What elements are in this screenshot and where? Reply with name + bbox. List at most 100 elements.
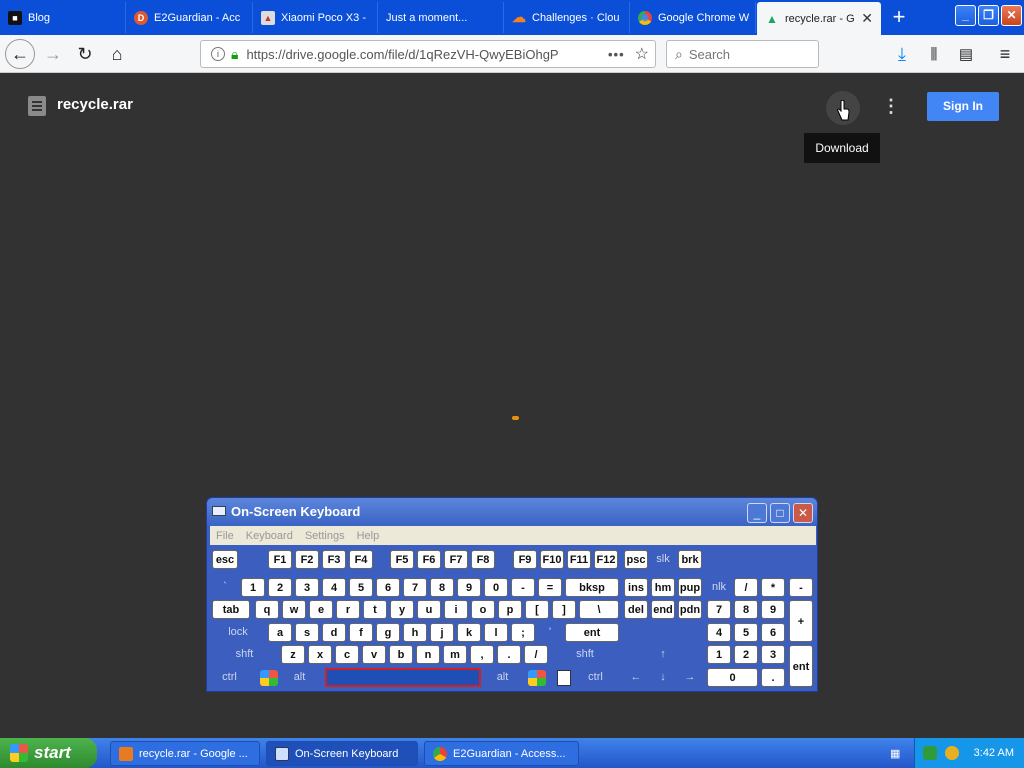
key-3[interactable]: 3 bbox=[761, 645, 785, 664]
keyboard-tray-icon[interactable]: ▦ bbox=[886, 741, 908, 766]
key-del[interactable]: del bbox=[624, 600, 648, 619]
osk-menu-file[interactable]: File bbox=[216, 530, 234, 542]
key-symbol[interactable]: \ bbox=[579, 600, 619, 619]
key-d[interactable]: d bbox=[322, 623, 346, 642]
key-z[interactable]: z bbox=[281, 645, 305, 664]
search-icon[interactable] bbox=[945, 746, 959, 760]
key-2[interactable]: 2 bbox=[734, 645, 758, 664]
library-icon[interactable]: ⫼ bbox=[919, 39, 949, 69]
key-4[interactable]: 4 bbox=[707, 623, 731, 642]
osk-menu-help[interactable]: Help bbox=[357, 530, 380, 542]
osk-maximize-button[interactable]: □ bbox=[770, 503, 790, 523]
key-esc[interactable]: esc bbox=[212, 550, 238, 569]
restore-button[interactable]: ❐ bbox=[978, 5, 999, 26]
key-b[interactable]: b bbox=[389, 645, 413, 664]
win-key-right[interactable] bbox=[528, 670, 546, 686]
key-alt[interactable]: alt bbox=[490, 668, 515, 687]
osk-menu-settings[interactable]: Settings bbox=[305, 530, 345, 542]
start-button[interactable]: start bbox=[0, 738, 97, 768]
key-bksp[interactable]: bksp bbox=[565, 578, 619, 597]
key-r[interactable]: r bbox=[336, 600, 360, 619]
key-symbol[interactable]: * bbox=[761, 578, 785, 597]
key-1[interactable]: 1 bbox=[241, 578, 265, 597]
key-lock[interactable]: lock bbox=[212, 623, 264, 642]
key-c[interactable]: c bbox=[335, 645, 359, 664]
new-tab-button[interactable]: + bbox=[884, 4, 914, 30]
key-7[interactable]: 7 bbox=[707, 600, 731, 619]
key-f1[interactable]: F1 bbox=[268, 550, 292, 569]
key-w[interactable]: w bbox=[282, 600, 306, 619]
key-symbol[interactable]: ' bbox=[538, 623, 562, 642]
osk-title-bar[interactable]: On-Screen Keyboard _ □ ✕ bbox=[207, 498, 817, 526]
key-p[interactable]: p bbox=[498, 600, 522, 619]
key-symbol[interactable]: [ bbox=[525, 600, 549, 619]
key-l[interactable]: l bbox=[484, 623, 508, 642]
key-end[interactable]: end bbox=[651, 600, 675, 619]
key-f4[interactable]: F4 bbox=[349, 550, 373, 569]
info-icon[interactable]: i bbox=[211, 47, 225, 61]
key-brk[interactable]: brk bbox=[678, 550, 702, 569]
key-alt[interactable]: alt bbox=[287, 668, 312, 687]
key-8[interactable]: 8 bbox=[430, 578, 454, 597]
key-h[interactable]: h bbox=[403, 623, 427, 642]
key-7[interactable]: 7 bbox=[403, 578, 427, 597]
key-f10[interactable]: F10 bbox=[540, 550, 564, 569]
key-0[interactable]: 0 bbox=[484, 578, 508, 597]
key-f3[interactable]: F3 bbox=[322, 550, 346, 569]
key-symbol[interactable]: ↓ bbox=[651, 668, 675, 687]
key-q[interactable]: q bbox=[255, 600, 279, 619]
reload-button[interactable]: ↻ bbox=[70, 39, 100, 69]
key-2[interactable]: 2 bbox=[268, 578, 292, 597]
menu-icon[interactable]: ≡ bbox=[990, 39, 1020, 69]
downloads-icon[interactable]: ⤓ bbox=[887, 39, 917, 69]
win-key-left[interactable] bbox=[260, 670, 278, 686]
key-f2[interactable]: F2 bbox=[295, 550, 319, 569]
key-5[interactable]: 5 bbox=[734, 623, 758, 642]
key-3[interactable]: 3 bbox=[295, 578, 319, 597]
url-text[interactable]: https://drive.google.com/file/d/1qRezVH-… bbox=[246, 47, 558, 62]
taskbar-item-recycle-rar[interactable]: recycle.rar - Google ... bbox=[110, 741, 260, 766]
key-psc[interactable]: psc bbox=[624, 550, 648, 569]
tab-xiaomi[interactable]: ▲ Xiaomi Poco X3 - bbox=[253, 2, 378, 33]
tab-google-chrome[interactable]: ◉ Google Chrome W bbox=[630, 2, 756, 33]
window-close-button[interactable]: ✕ bbox=[1001, 5, 1022, 26]
key-y[interactable]: y bbox=[390, 600, 414, 619]
key-ins[interactable]: ins bbox=[624, 578, 648, 597]
key-o[interactable]: o bbox=[471, 600, 495, 619]
key-space[interactable] bbox=[325, 668, 481, 687]
taskbar-item-e2guardian[interactable]: E2Guardian - Access... bbox=[424, 741, 579, 766]
key-shft[interactable]: shft bbox=[551, 645, 619, 664]
key-symbol[interactable]: / bbox=[524, 645, 548, 664]
key-i[interactable]: i bbox=[444, 600, 468, 619]
key-ent[interactable]: ent bbox=[789, 645, 813, 687]
key-v[interactable]: v bbox=[362, 645, 386, 664]
key-f12[interactable]: F12 bbox=[594, 550, 618, 569]
minimize-button[interactable]: _ bbox=[955, 5, 976, 26]
key-s[interactable]: s bbox=[295, 623, 319, 642]
key-symbol[interactable]: / bbox=[734, 578, 758, 597]
osk-menu-keyboard[interactable]: Keyboard bbox=[246, 530, 293, 542]
key-4[interactable]: 4 bbox=[322, 578, 346, 597]
key-f11[interactable]: F11 bbox=[567, 550, 591, 569]
key-shft[interactable]: shft bbox=[212, 645, 277, 664]
key-a[interactable]: a bbox=[268, 623, 292, 642]
home-button[interactable]: ⌂ bbox=[102, 39, 132, 69]
key-pdn[interactable]: pdn bbox=[678, 600, 702, 619]
more-options-icon[interactable]: ⋮ bbox=[880, 94, 902, 118]
menu-key-icon[interactable] bbox=[557, 670, 571, 686]
key-tab[interactable]: tab bbox=[212, 600, 250, 619]
sidebar-icon[interactable]: ▤ bbox=[951, 39, 981, 69]
tab-e2guardian[interactable]: D E2Guardian - Acc bbox=[126, 2, 253, 33]
key-symbol[interactable]: - bbox=[789, 578, 813, 597]
key-nlk[interactable]: nlk bbox=[707, 578, 731, 597]
network-icon[interactable] bbox=[923, 746, 937, 760]
key-symbol[interactable]: - bbox=[511, 578, 535, 597]
tab-blog[interactable]: ■ Blog bbox=[0, 2, 126, 33]
osk-close-button[interactable]: ✕ bbox=[793, 503, 813, 523]
key-9[interactable]: 9 bbox=[761, 600, 785, 619]
key-g[interactable]: g bbox=[376, 623, 400, 642]
key-6[interactable]: 6 bbox=[761, 623, 785, 642]
key-symbol[interactable]: . bbox=[761, 668, 785, 687]
key-n[interactable]: n bbox=[416, 645, 440, 664]
key-5[interactable]: 5 bbox=[349, 578, 373, 597]
